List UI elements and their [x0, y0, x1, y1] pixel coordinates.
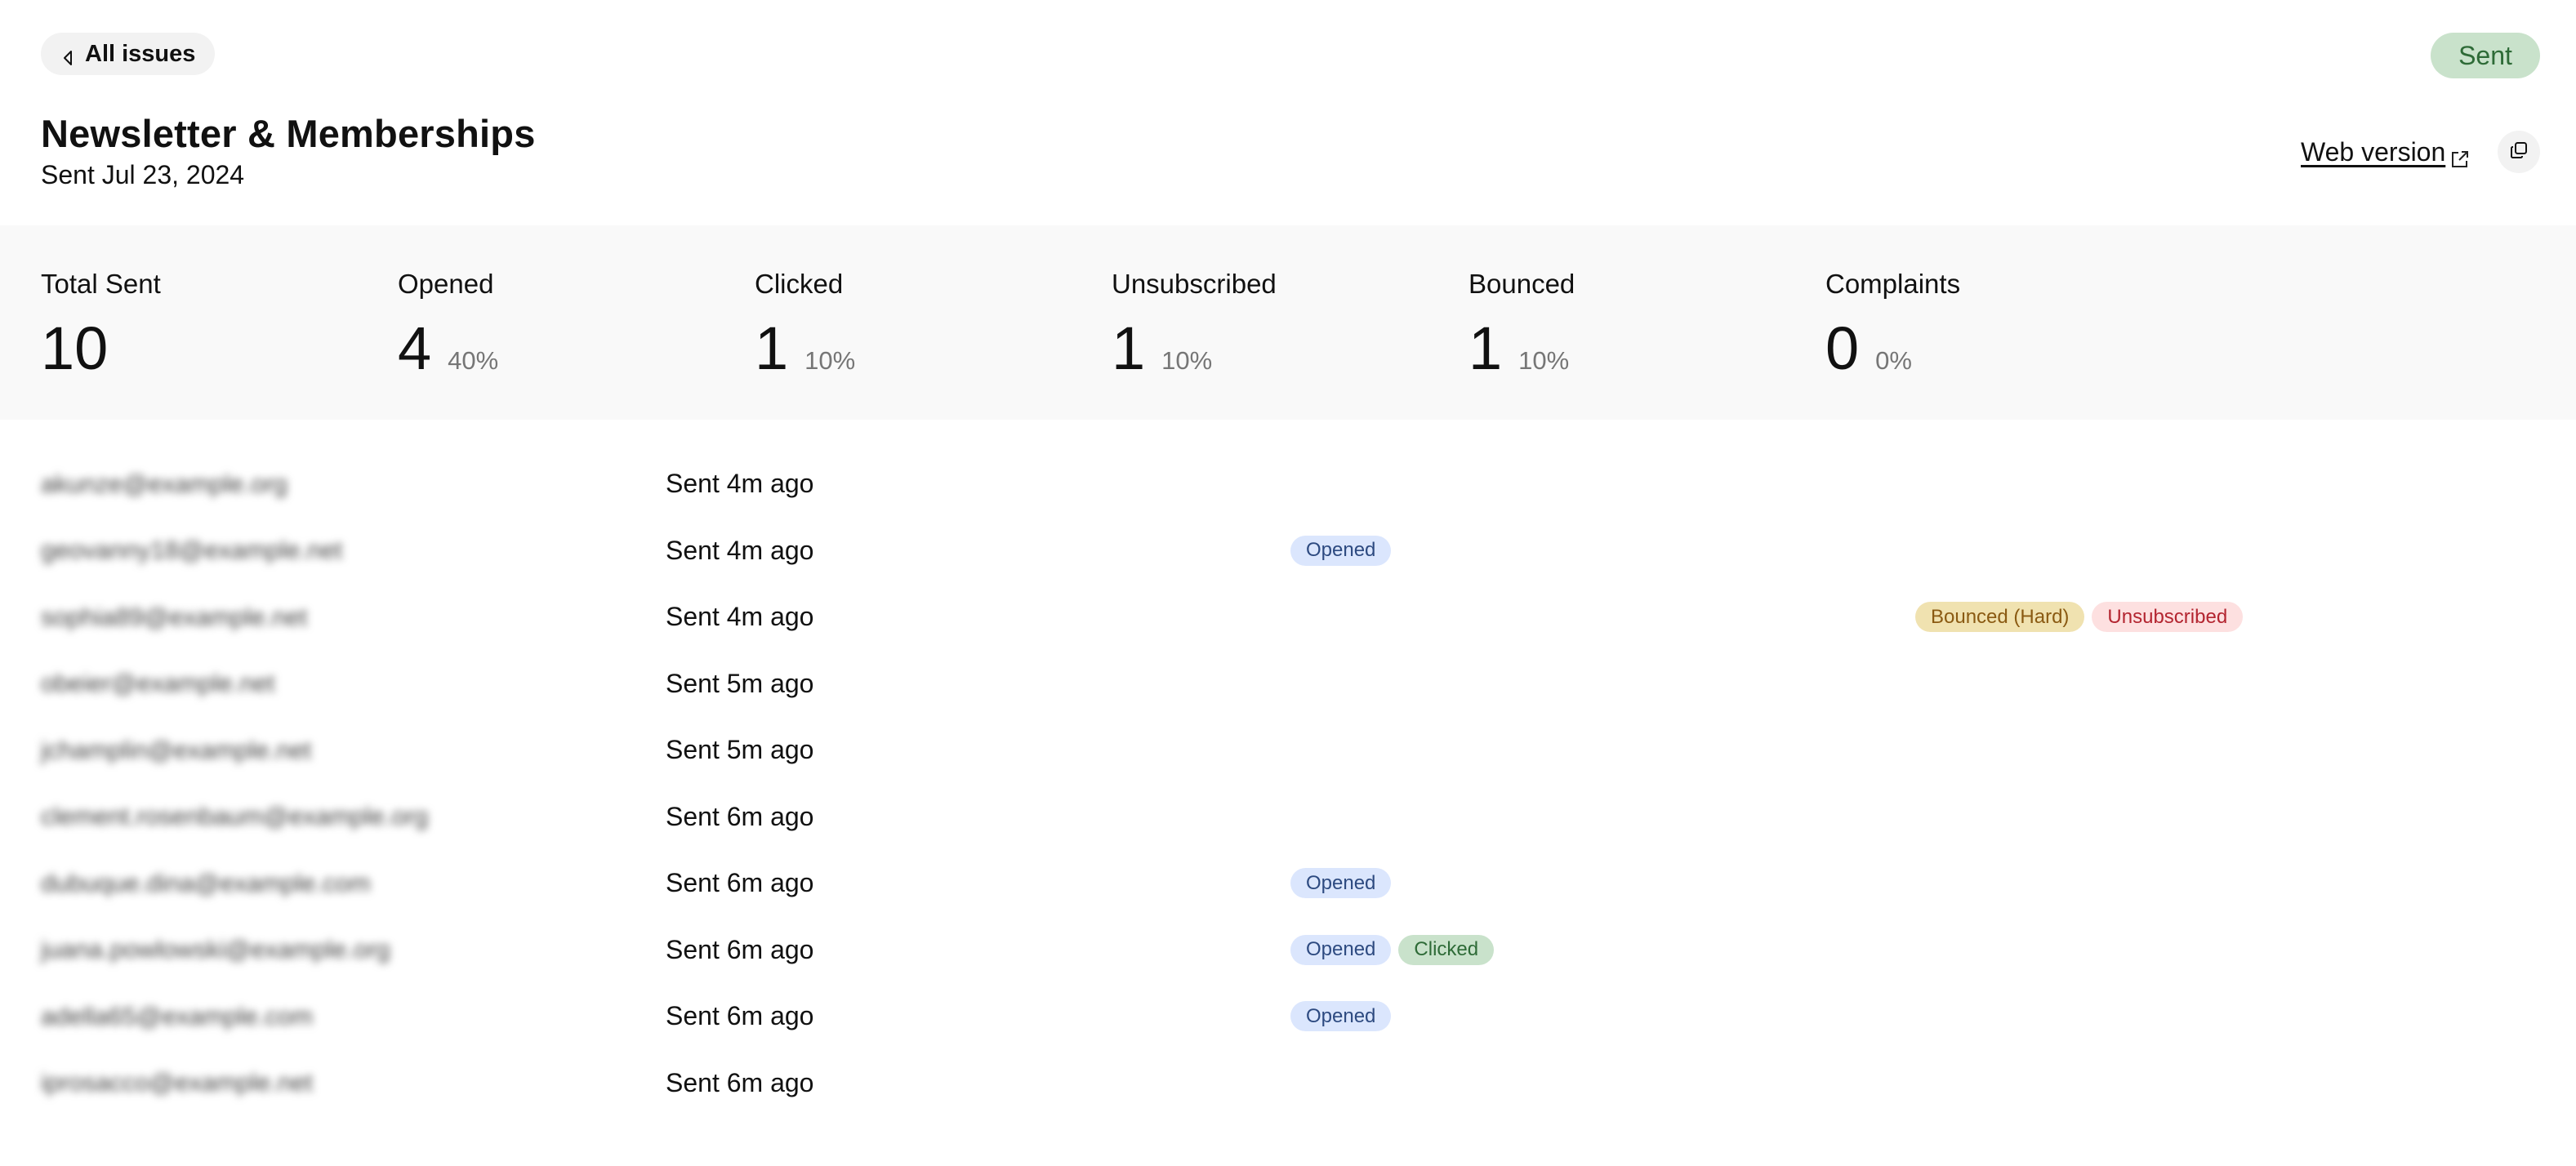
clicked-badge: Clicked [1398, 934, 1495, 965]
unsubscribed-badge: Unsubscribed [2092, 602, 2244, 633]
stat-opened: Opened 4 40% [398, 225, 749, 420]
recipient-email: jchamplin@example.net [41, 735, 312, 764]
engagement-badges: Opened Clicked [1290, 917, 1495, 984]
recipient-row[interactable]: sophia89@example.net Sent 4m ago Bounced (… [0, 584, 2576, 651]
stat-label: Clicked [755, 269, 844, 299]
recipient-email: iprosacco@example.net [41, 1068, 314, 1097]
stat-percent: 10% [804, 346, 856, 375]
recipient-row[interactable]: dubuque.dina@example.com Sent 6m ago Opene… [0, 850, 2576, 917]
stat-percent: 10% [1161, 346, 1213, 375]
stat-percent: 0% [1875, 346, 1912, 375]
opened-badge: Opened [1290, 934, 1392, 965]
opened-badge: Opened [1290, 868, 1392, 899]
sent-time: Sent 6m ago [666, 1067, 814, 1097]
web-version-label: Web version [2301, 137, 2446, 167]
sent-time: Sent 6m ago [666, 1001, 814, 1031]
copy-link-button[interactable] [2498, 131, 2540, 173]
recipient-email: juana.powlowski@example.org [41, 935, 390, 964]
recipient-row[interactable]: geovanny18@example.net Sent 4m ago Opened [0, 518, 2576, 585]
all-issues-button[interactable]: All issues [41, 33, 216, 75]
stat-complaints: Complaints 0 0% [1825, 225, 2177, 420]
engagement-badges: Opened [1290, 850, 1392, 917]
recipient-email: obeier@example.net [41, 669, 275, 698]
opened-badge: Opened [1290, 1001, 1392, 1032]
stat-value: 1 [1468, 314, 1503, 382]
recipient-row[interactable]: akunze@example.org Sent 4m ago [0, 451, 2576, 518]
recipient-row[interactable]: jchamplin@example.net Sent 5m ago [0, 717, 2576, 784]
stat-label: Opened [398, 269, 494, 299]
newsletter-issue-page: All issues Sent Newsletter & Memberships… [0, 0, 2576, 1166]
stat-value: 10 [41, 314, 109, 382]
stat-percent: 40% [448, 346, 499, 375]
recipient-row[interactable]: iprosacco@example.net Sent 6m ago [0, 1050, 2576, 1117]
external-link-icon [2450, 142, 2470, 167]
sent-time: Sent 5m ago [666, 668, 814, 698]
sent-time: Sent 6m ago [666, 934, 814, 964]
stat-label: Total Sent [41, 269, 161, 299]
sent-time: Sent 6m ago [666, 801, 814, 831]
stats-summary: Total Sent 10 Opened 4 40% Clicked 1 10%… [0, 225, 2576, 420]
stat-bounced: Bounced 1 10% [1468, 225, 1820, 420]
stat-label: Bounced [1468, 269, 1575, 299]
recipient-email: dubuque.dina@example.com [41, 868, 371, 897]
stat-label: Unsubscribed [1112, 269, 1277, 299]
recipient-row[interactable]: adella65@example.com Sent 6m ago Opened [0, 983, 2576, 1050]
stat-value: 4 [398, 314, 432, 382]
engagement-badges: Opened [1290, 518, 1392, 585]
bounced-hard-badge: Bounced (Hard) [1915, 602, 2085, 633]
page-title: Newsletter & Memberships [41, 112, 536, 155]
sent-date: Sent Jul 23, 2024 [41, 160, 245, 189]
web-version-link[interactable]: Web version [2301, 134, 2470, 170]
sent-time: Sent 4m ago [666, 535, 814, 565]
sent-time: Sent 6m ago [666, 868, 814, 898]
stat-percent: 10% [1518, 346, 1570, 375]
stat-value: 1 [755, 314, 789, 382]
chevron-left-icon [62, 46, 74, 65]
recipient-email: adella65@example.com [41, 1001, 314, 1030]
stat-clicked: Clicked 1 10% [755, 225, 1106, 420]
copy-icon [2509, 140, 2529, 164]
stat-value: 1 [1112, 314, 1146, 382]
sent-time: Sent 4m ago [666, 602, 814, 632]
sent-time: Sent 4m ago [666, 469, 814, 499]
status-badge: Sent [2431, 33, 2540, 78]
recipient-email: geovanny18@example.net [41, 536, 343, 565]
opened-badge: Opened [1290, 535, 1392, 566]
recipient-row[interactable]: juana.powlowski@example.org Sent 6m ago Op… [0, 917, 2576, 984]
stat-value: 0 [1825, 314, 1860, 382]
recipient-email: sophia89@example.net [41, 602, 308, 631]
recipient-row[interactable]: clement.rosenbaum@example.org Sent 6m ago [0, 784, 2576, 851]
sent-time: Sent 5m ago [666, 735, 814, 765]
delivery-badges: Bounced (Hard) Unsubscribed [1915, 584, 2244, 651]
stat-total-sent: Total Sent 10 [41, 225, 392, 420]
engagement-badges: Opened [1290, 983, 1392, 1050]
recipient-row[interactable]: obeier@example.net Sent 5m ago [0, 651, 2576, 718]
stat-label: Complaints [1825, 269, 1961, 299]
all-issues-label: All issues [85, 40, 196, 67]
recipient-list: akunze@example.org Sent 4m ago geovanny18@… [0, 451, 2576, 1116]
recipient-email: clement.rosenbaum@example.org [41, 802, 429, 831]
stat-unsubscribed: Unsubscribed 1 10% [1112, 225, 1463, 420]
recipient-email: akunze@example.org [41, 469, 288, 498]
